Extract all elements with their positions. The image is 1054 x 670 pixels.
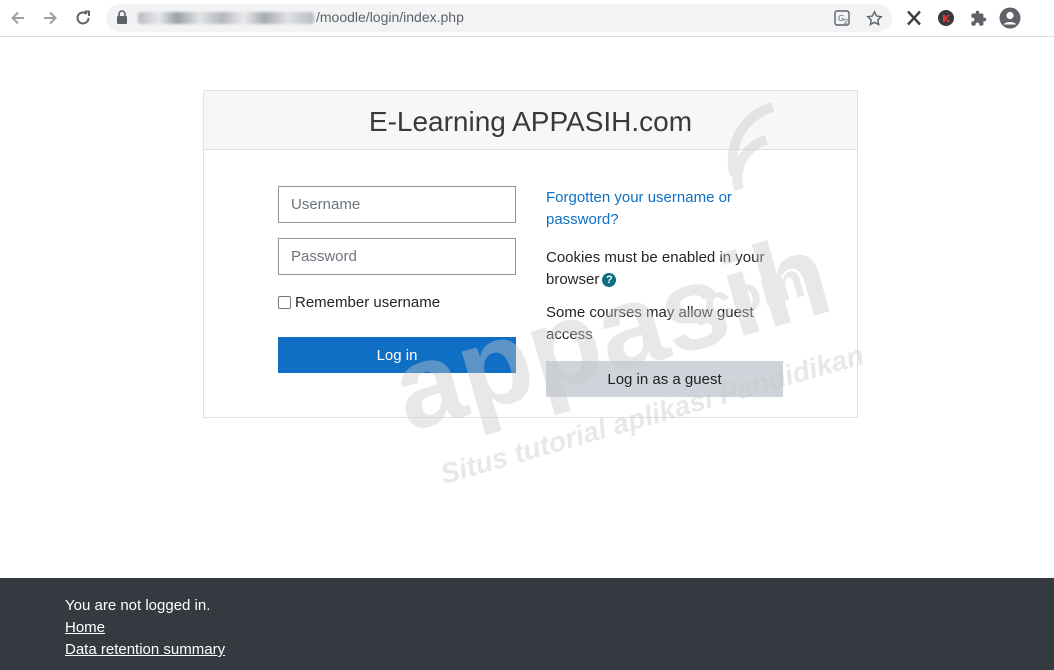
guest-login-button[interactable]: Log in as a guest	[546, 361, 783, 397]
page-footer: You are not logged in. Home Data retenti…	[0, 578, 1054, 670]
reload-icon	[76, 10, 90, 25]
password-placeholder: Password	[291, 248, 357, 265]
site-title: E-Learning APPASIH.com	[204, 91, 857, 150]
remember-username[interactable]: Remember username	[278, 294, 440, 311]
cookies-notice: Cookies must be enabled in your browser?	[546, 247, 786, 291]
k-extension-icon[interactable]: K	[935, 7, 957, 29]
browser-toolbar: /moodle/login/index.php G 文 K	[0, 0, 1054, 37]
data-retention-link[interactable]: Data retention summary	[65, 639, 225, 661]
arrow-left-icon	[11, 11, 24, 25]
forgot-password-link[interactable]: Forgotten your username or password?	[546, 187, 786, 231]
translate-icon[interactable]: G 文	[833, 9, 851, 27]
username-input[interactable]: Username	[278, 186, 516, 223]
help-icon[interactable]: ?	[602, 273, 617, 288]
x-extension-icon[interactable]	[903, 7, 925, 29]
url-path: /moodle/login/index.php	[316, 9, 464, 25]
forward-button[interactable]	[38, 6, 62, 30]
login-help-column: Forgotten your username or password? Coo…	[546, 187, 786, 346]
url-domain-obscured	[138, 12, 314, 25]
arrow-right-icon	[44, 11, 57, 25]
password-input[interactable]: Password	[278, 238, 516, 275]
profile-icon[interactable]	[999, 7, 1021, 29]
address-bar[interactable]: /moodle/login/index.php G 文	[106, 4, 892, 32]
login-button-label: Log in	[376, 346, 418, 364]
svg-text:K: K	[942, 14, 951, 25]
puzzle-icon[interactable]	[967, 7, 989, 29]
guest-notice: Some courses may allow guest access	[546, 304, 754, 343]
login-status: You are not logged in.	[65, 597, 211, 614]
url-text: /moodle/login/index.php	[138, 9, 464, 25]
guest-login-label: Log in as a guest	[607, 370, 722, 388]
back-button[interactable]	[6, 6, 30, 30]
remember-label: Remember username	[295, 294, 441, 311]
reload-button[interactable]	[71, 6, 95, 30]
star-icon[interactable]	[865, 9, 883, 27]
cookies-notice-text: Cookies must be enabled in your browser	[546, 249, 765, 288]
remember-checkbox[interactable]	[278, 296, 291, 309]
svg-text:文: 文	[843, 18, 849, 26]
login-button[interactable]: Log in	[278, 337, 516, 373]
login-card: E-Learning APPASIH.com Username Password…	[203, 90, 858, 418]
lock-icon	[117, 10, 127, 24]
username-placeholder: Username	[291, 196, 361, 213]
home-link[interactable]: Home	[65, 617, 105, 639]
